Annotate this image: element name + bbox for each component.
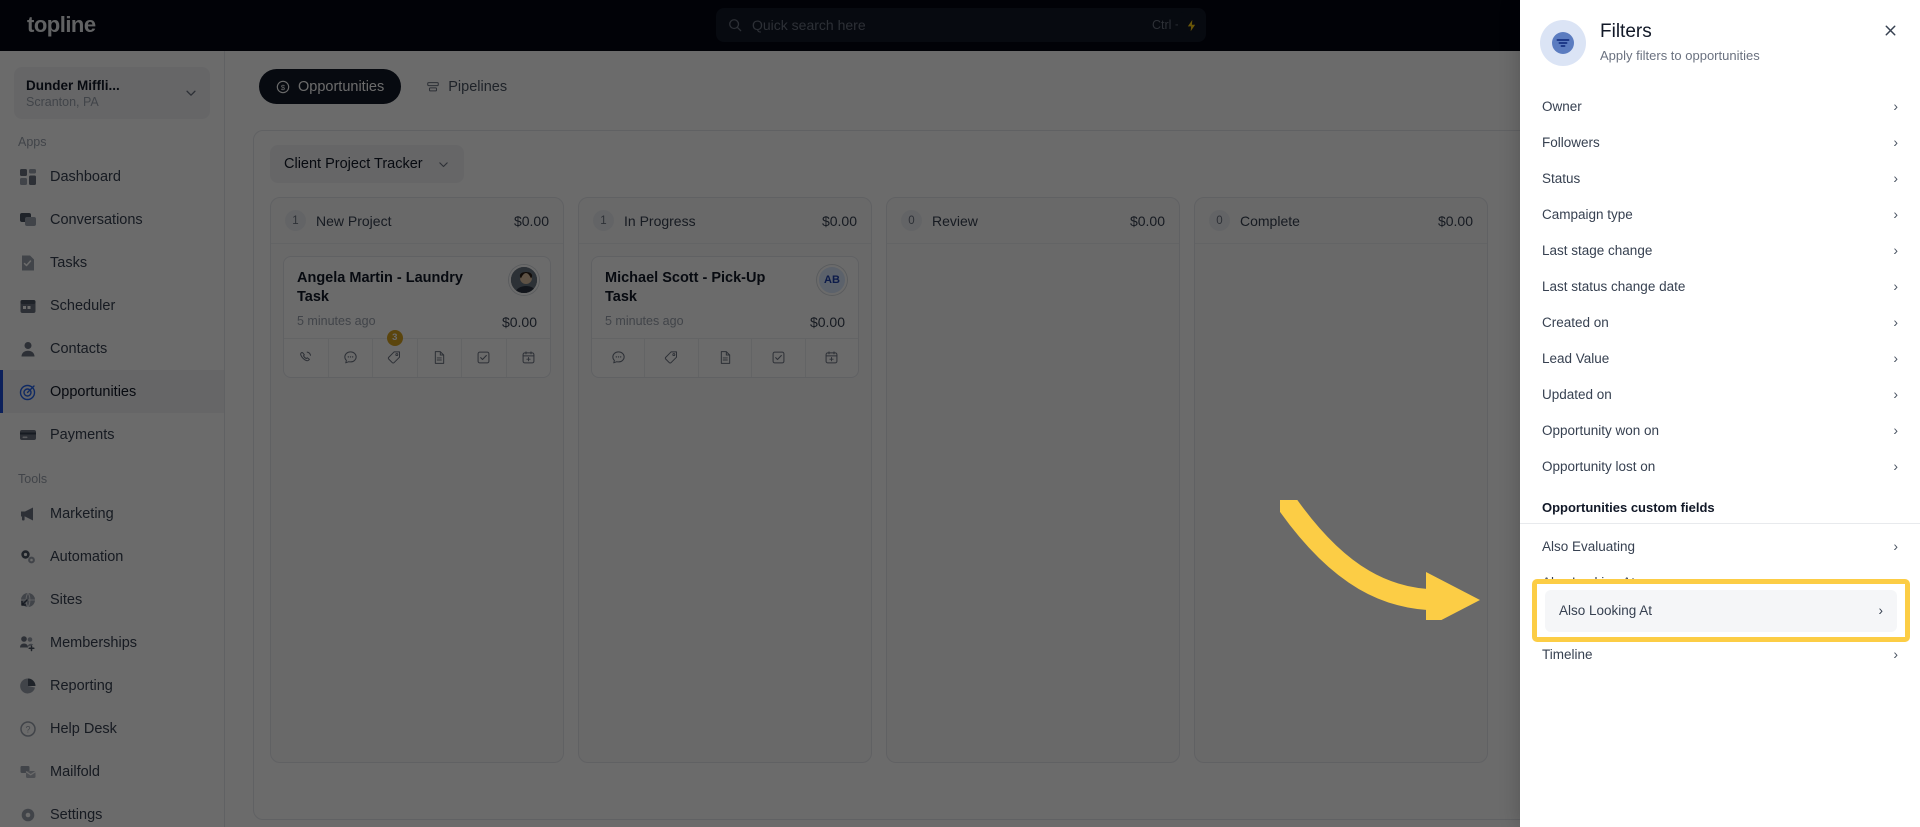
chevron-right-icon: › <box>1893 422 1898 438</box>
filter-label: Opportunity lost on <box>1542 458 1656 474</box>
chevron-right-icon: › <box>1893 386 1898 402</box>
filter-label: Lead Value <box>1542 350 1610 366</box>
filter-label: Last status change date <box>1542 278 1686 294</box>
filter-row-campaign-type[interactable]: Campaign type › <box>1520 196 1920 232</box>
drawer-title: Filters <box>1600 21 1652 42</box>
filter-label: Opportunity won on <box>1542 422 1660 438</box>
drawer-header: Filters Apply filters to opportunities <box>1520 0 1920 66</box>
chevron-right-icon: › <box>1893 458 1898 474</box>
filter-row-last-status-change-date[interactable]: Last status change date › <box>1520 268 1920 304</box>
chevron-right-icon: › <box>1893 314 1898 330</box>
screen: topline Quick search here Ctrl + K Dunde… <box>0 0 1920 827</box>
filter-row-followers[interactable]: Followers › <box>1520 124 1920 160</box>
filter-label: Owner <box>1542 98 1582 114</box>
filter-icon <box>1540 20 1586 66</box>
chevron-right-icon: › <box>1893 98 1898 114</box>
chevron-right-icon: › <box>1893 538 1898 554</box>
chevron-right-icon: › <box>1893 350 1898 366</box>
filter-label: Status <box>1542 170 1581 186</box>
chevron-right-icon: › <box>1893 170 1898 186</box>
chevron-right-icon: › <box>1893 134 1898 150</box>
filter-row-status[interactable]: Status › <box>1520 160 1920 196</box>
chevron-right-icon: › <box>1893 242 1898 258</box>
filter-row-updated-on[interactable]: Updated on › <box>1520 376 1920 412</box>
filter-label: Campaign type <box>1542 206 1633 222</box>
filter-row-last-stage-change[interactable]: Last stage change › <box>1520 232 1920 268</box>
highlight-box: Also Looking At › <box>1532 579 1910 642</box>
close-icon[interactable] <box>1876 16 1904 44</box>
highlighted-filter-row-also-looking-at[interactable]: Also Looking At › <box>1545 589 1897 632</box>
chevron-right-icon: › <box>1893 206 1898 222</box>
filter-row-created-on[interactable]: Created on › <box>1520 304 1920 340</box>
filter-row-also-evaluating[interactable]: Also Evaluating › <box>1520 528 1920 564</box>
filter-label: Last stage change <box>1542 242 1653 258</box>
filter-label: Also Evaluating <box>1542 538 1636 554</box>
custom-fields-heading: Opportunities custom fields <box>1520 484 1920 524</box>
filter-label: Also Looking At <box>1559 603 1653 618</box>
filters-drawer: Filters Apply filters to opportunities O… <box>1520 0 1920 827</box>
filter-label: Created on <box>1542 314 1609 330</box>
filter-row-opportunity-won-on[interactable]: Opportunity won on › <box>1520 412 1920 448</box>
drawer-subtitle: Apply filters to opportunities <box>1600 47 1760 63</box>
filter-label: Timeline <box>1542 646 1593 662</box>
filter-row-opportunity-lost-on[interactable]: Opportunity lost on › <box>1520 448 1920 484</box>
filter-row-lead-value[interactable]: Lead Value › <box>1520 340 1920 376</box>
chevron-right-icon: › <box>1893 646 1898 662</box>
filter-label: Updated on <box>1542 386 1612 402</box>
filter-row-owner[interactable]: Owner › <box>1520 88 1920 124</box>
chevron-right-icon: › <box>1893 278 1898 294</box>
filter-label: Followers <box>1542 134 1600 150</box>
chevron-right-icon: › <box>1878 603 1884 618</box>
